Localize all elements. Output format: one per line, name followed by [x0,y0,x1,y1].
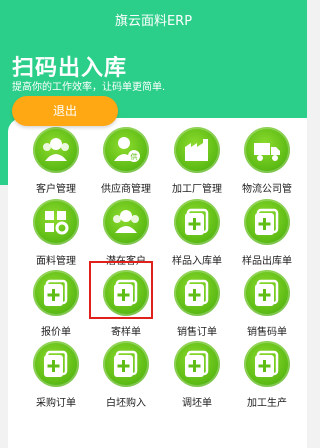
add-doc-icon [244,270,290,316]
users-icon [33,127,79,173]
menu-item[interactable]: 销售码单 [231,266,303,338]
menu-item[interactable]: 白坯购入 [90,337,162,409]
menu-item[interactable]: 销售订单 [161,266,233,338]
add-doc-icon [174,341,220,387]
menu-item[interactable]: 样品入库单 [161,195,233,267]
menu-item-label: 样品出库单 [242,256,292,267]
menu-item[interactable]: 面料管理 [20,195,92,267]
app-title: 旗云面料ERP [114,14,193,29]
svg-text:供: 供 [131,152,138,161]
selection-highlight [89,261,153,319]
logout-button[interactable]: 退出 [12,96,118,126]
menu-item[interactable]: 报价单 [20,266,92,338]
menu-item-label: 销售码单 [247,327,287,338]
add-doc-icon [33,270,79,316]
users-icon [103,199,149,245]
menu-card: 客户管理供供应商管理 加工厂管理 物流公司管面料管理 潜在客户 样品入库单 样品出库单报价… [8,118,307,448]
menu-item-label: 物流公司管 [242,184,292,195]
add-doc-icon [33,341,79,387]
factory-icon [174,127,220,173]
add-doc-icon [244,341,290,387]
supplier-icon: 供 [103,127,149,173]
add-doc-icon [174,199,220,245]
menu-item[interactable]: 物流公司管 [231,123,303,195]
add-doc-icon [174,270,220,316]
grid-gear-icon [33,199,79,245]
menu-item[interactable]: 供供应商管理 [90,123,162,195]
add-doc-icon [244,199,290,245]
menu-item[interactable]: 加工生产 [231,337,303,409]
menu-item[interactable]: 采购订单 [20,337,92,409]
truck-icon [244,127,290,173]
page-subtitle: 提高你的工作效率，让码单更简单. [12,82,166,93]
menu-item[interactable]: 调坯单 [161,337,233,409]
add-doc-icon [103,341,149,387]
menu-item[interactable]: 加工厂管理 [161,123,233,195]
menu-item[interactable]: 潜在客户 [90,195,162,267]
menu-item-label: 加工生产 [247,398,287,409]
menu-item[interactable]: 样品出库单 [231,195,303,267]
menu-item[interactable]: 客户管理 [20,123,92,195]
